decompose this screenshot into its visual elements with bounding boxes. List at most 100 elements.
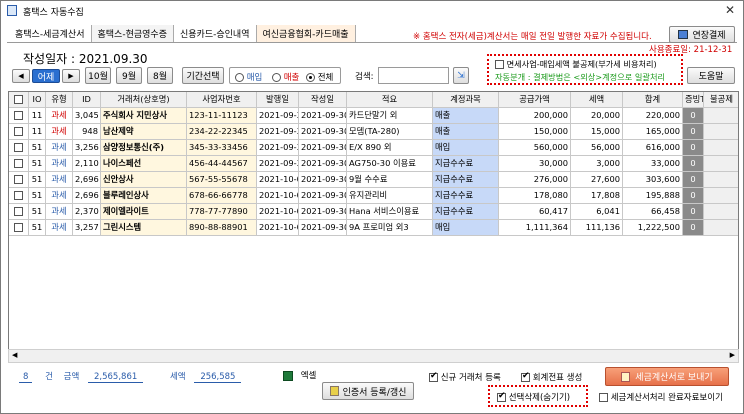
count-row: 8 건 금액 2,565,861 세액 256,585	[19, 370, 242, 383]
radio-all[interactable]: 전체	[306, 71, 333, 83]
month-8-button[interactable]: 8월	[147, 67, 173, 84]
cert-register-button[interactable]: 인증서 등록/갱신	[322, 382, 414, 400]
cell-write-date: 2021-09-30	[299, 188, 347, 204]
next-day-button[interactable]: ▶	[62, 69, 80, 83]
extend-payment-button[interactable]: 연장결제	[669, 26, 735, 43]
cell-evidence: 0	[683, 204, 704, 220]
table-row[interactable]: 51과세3,257그린시스템890-88-889012021-10-062021…	[9, 220, 738, 236]
tab-hometax-cash-receipt[interactable]: 홈택스-현금영수증	[91, 25, 174, 42]
row-checkbox[interactable]	[9, 172, 29, 188]
exempt-option[interactable]: 면세사업-매입세액 불공제(부가세 비용처리)	[495, 58, 657, 70]
cell-io: 51	[29, 140, 46, 156]
tab-card-sales[interactable]: 여신금융협회-카드매출	[256, 25, 356, 42]
period-select-button[interactable]: 기간선택	[182, 67, 224, 84]
cell-evidence: 0	[683, 156, 704, 172]
collection-notice: ※ 홈택스 전자(세금)계산서는 매일 전일 발행한 자료가 수집됩니다.	[413, 32, 652, 42]
cell-account: 지급수수료	[433, 188, 499, 204]
cell-issue-date: 2021-09-30	[257, 140, 299, 156]
cell-id: 3,257	[73, 220, 101, 236]
cell-issue-date: 2021-09-30	[257, 124, 299, 140]
cell-nondeduct	[704, 140, 738, 156]
row-checkbox[interactable]	[9, 220, 29, 236]
table-row[interactable]: 51과세3,256삼양정보통신(주)345-33-334562021-09-30…	[9, 140, 738, 156]
cert-register-label: 인증서 등록/갱신	[342, 387, 407, 398]
delete-selected-checkbox[interactable]: 선택삭제(숨기기)	[497, 391, 570, 403]
cell-nondeduct	[704, 156, 738, 172]
close-icon[interactable]: ✕	[725, 3, 735, 17]
cell-supply: 1,111,364	[499, 220, 571, 236]
date-label: 작성일자 : 2021.09.30	[23, 52, 148, 66]
row-checkbox[interactable]	[9, 140, 29, 156]
voucher-checkbox[interactable]: 회계전표 생성	[521, 371, 582, 383]
row-checkbox[interactable]	[9, 156, 29, 172]
cell-write-date: 2021-09-30	[299, 220, 347, 236]
table-row[interactable]: 11과세3,045주식회사 지민상사123-11-111232021-09-30…	[9, 108, 738, 124]
col-supply: 공급가액	[499, 92, 571, 108]
cell-type: 과세	[46, 156, 73, 172]
cell-client: 나이스페선	[101, 156, 187, 172]
yesterday-button[interactable]: 어제	[32, 69, 60, 83]
tab-credit-card-approval[interactable]: 신용카드-승인내역	[174, 25, 257, 42]
cell-total: 165,000	[623, 124, 683, 140]
table-row[interactable]: 51과세2,696블루레인상사678-66-667782021-10-05202…	[9, 188, 738, 204]
cert-icon	[329, 386, 339, 396]
radio-purchase[interactable]: 매입	[235, 71, 262, 83]
show-done-label: 세금계산서처리 완료자료보이기	[610, 393, 723, 403]
show-done-checkbox[interactable]: 세금계산서처리 완료자료보이기	[599, 391, 723, 403]
cell-client: 삼양정보통신(주)	[101, 140, 187, 156]
cell-evidence: 0	[683, 108, 704, 124]
cell-supply: 276,000	[499, 172, 571, 188]
cell-bizno: 456-44-44567	[187, 156, 257, 172]
tab-hometax-tax-invoice[interactable]: 홈택스-세금계산서	[9, 25, 92, 42]
delete-selected-label: 선택삭제(숨기기)	[508, 393, 571, 403]
amount-label: 금액	[63, 372, 80, 382]
cell-evidence: 0	[683, 140, 704, 156]
cell-issue-date: 2021-10-05	[257, 172, 299, 188]
month-9-button[interactable]: 9월	[116, 67, 142, 84]
window-title: 홈택스 자동수집	[23, 8, 84, 18]
excel-button[interactable]: 엑셀	[283, 369, 316, 381]
cell-nondeduct	[704, 172, 738, 188]
cell-io: 51	[29, 156, 46, 172]
scroll-left-icon[interactable]: ◀	[12, 351, 17, 359]
row-checkbox[interactable]	[9, 124, 29, 140]
col-bizno: 사업자번호	[187, 92, 257, 108]
search-go-icon[interactable]: ⇲	[453, 67, 469, 84]
table-row[interactable]: 11과세948남산제약234-22-223452021-09-302021-09…	[9, 124, 738, 140]
horizontal-scrollbar[interactable]: ◀ ▶	[8, 349, 739, 363]
search-input[interactable]	[378, 67, 449, 84]
cell-bizno: 567-55-55678	[187, 172, 257, 188]
new-client-checkbox[interactable]: 신규 거래처 등록	[429, 371, 501, 383]
cell-tax: 56,000	[571, 140, 623, 156]
col-tax: 세액	[571, 92, 623, 108]
send-tax-invoice-button[interactable]: 세금계산서로 보내기	[605, 367, 729, 386]
row-checkbox[interactable]	[9, 108, 29, 124]
cell-tax: 111,136	[571, 220, 623, 236]
header-select-all[interactable]	[9, 92, 29, 108]
help-button[interactable]: 도움말	[687, 67, 735, 84]
scroll-right-icon[interactable]: ▶	[730, 351, 735, 359]
cell-type: 과세	[46, 140, 73, 156]
cell-client: 블루레인상사	[101, 188, 187, 204]
app-window: 홈택스 자동수집 ✕ 홈택스-세금계산서 홈택스-현금영수증 신용카드-승인내역…	[0, 0, 744, 414]
invoice-table: IO 유형 ID 거래처(상호명) 사업자번호 발행일 작성일 적요 계정과목 …	[8, 91, 739, 363]
cell-total: 1,222,500	[623, 220, 683, 236]
count-value: 8	[19, 372, 33, 383]
row-checkbox[interactable]	[9, 204, 29, 220]
tab-bar: 홈택스-세금계산서 홈택스-현금영수증 신용카드-승인내역 여신금융협회-카드매…	[9, 25, 356, 42]
radio-sales[interactable]: 매출	[272, 71, 299, 83]
cell-account: 지급수수료	[433, 204, 499, 220]
cell-memo: E/X 890 외	[347, 140, 433, 156]
row-checkbox[interactable]	[9, 188, 29, 204]
empty-row	[9, 300, 738, 316]
col-memo: 적요	[347, 92, 433, 108]
cell-memo: Hana 서비스이용료	[347, 204, 433, 220]
table-row[interactable]: 51과세2,370제이엘라이트778-77-778902021-10-05202…	[9, 204, 738, 220]
month-10-button[interactable]: 10월	[85, 67, 111, 84]
exempt-option-label: 면세사업-매입세액 불공제(부가세 비용처리)	[506, 59, 657, 69]
amount-value: 2,565,861	[88, 372, 144, 383]
prev-day-button[interactable]: ◀	[12, 69, 30, 83]
radio-sales-label: 매출	[283, 73, 300, 83]
table-row[interactable]: 51과세2,110나이스페선456-44-445672021-09-302021…	[9, 156, 738, 172]
table-row[interactable]: 51과세2,696신안상사567-55-556782021-10-052021-…	[9, 172, 738, 188]
